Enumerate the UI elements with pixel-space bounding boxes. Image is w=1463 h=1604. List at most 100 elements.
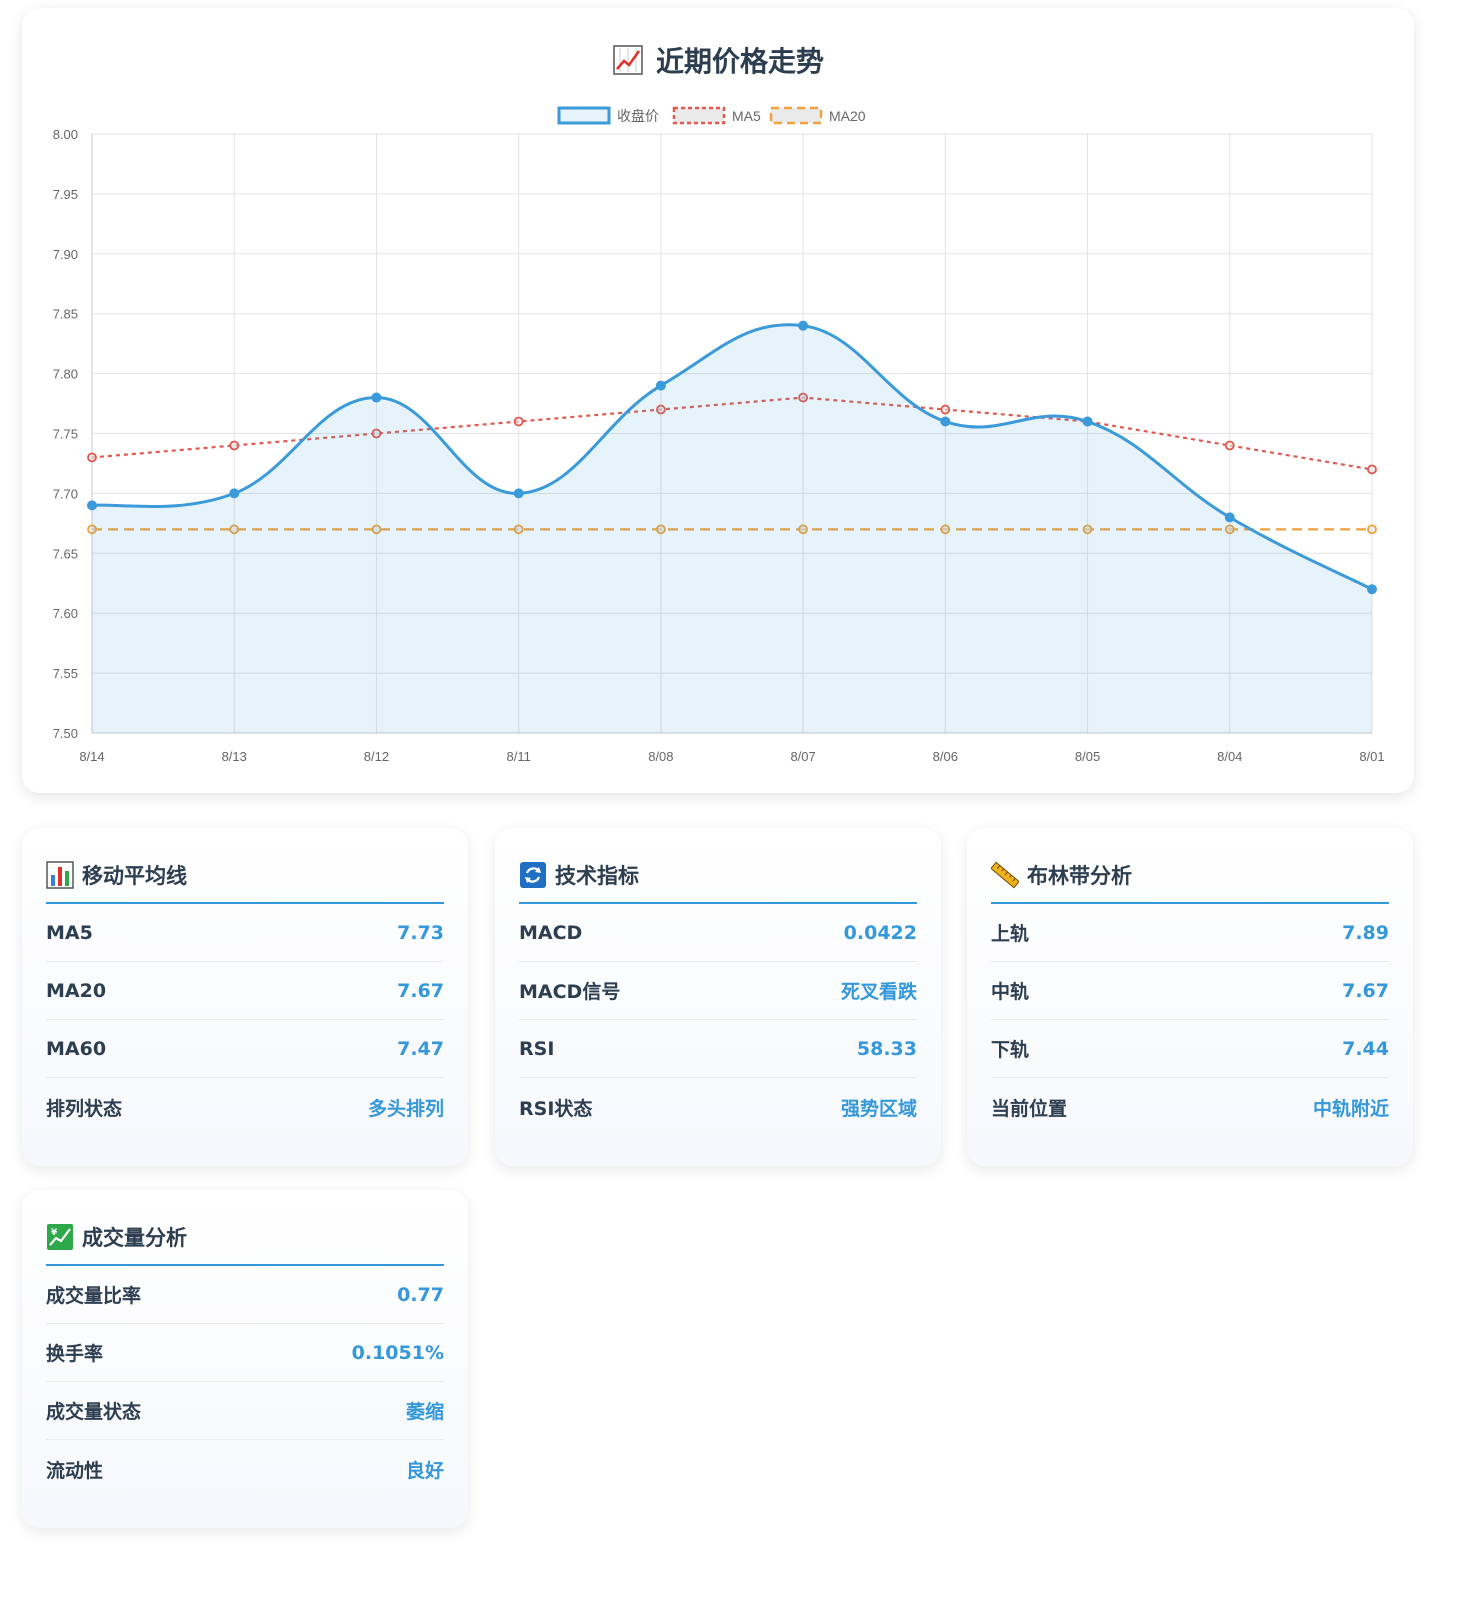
indicator-label: RSI状态	[519, 1097, 593, 1120]
data-point	[1082, 416, 1093, 427]
x-tick-label: 8/14	[79, 749, 104, 764]
indicator-label: 当前位置	[991, 1097, 1068, 1120]
data-point	[513, 416, 524, 427]
x-tick-label: 8/08	[648, 749, 673, 764]
indicator-value: 7.44	[1342, 1037, 1389, 1060]
legend-label: 收盘价	[617, 108, 659, 124]
indicator-label: 上轨	[991, 923, 1030, 945]
indicator-row: MACD 0.0422	[519, 904, 917, 962]
x-tick-label: 8/04	[1217, 749, 1242, 764]
data-point	[371, 392, 382, 403]
indicator-row: 流动性 良好	[46, 1440, 444, 1498]
data-point	[87, 500, 97, 511]
x-tick-label: 8/01	[1359, 749, 1384, 764]
legend-swatch	[557, 106, 611, 125]
indicator-row: MA60 7.47	[46, 1020, 444, 1078]
price-trend-chart: 8.00 7.95 7.90 7.85 7.80 7.75 7.70 7.65 7.60 7.55…	[53, 106, 1385, 764]
card-title: 移动平均线	[82, 864, 187, 888]
data-point	[1367, 584, 1377, 595]
indicator-value: 0.0422	[843, 921, 917, 944]
volume-analysis-card: ¥ 成交量分析 成交量比率 0.77 换手率 0.1051% 成交量状态 萎缩 流动性…	[22, 1190, 468, 1528]
svg-text:¥: ¥	[51, 1228, 58, 1238]
price-trend-card: 8.00 7.95 7.90 7.85 7.80 7.75 7.70 7.65 7.60 7.55…	[22, 8, 1414, 793]
indicator-label: 成交量状态	[46, 1401, 142, 1423]
bollinger-band-card: 布林带分析 上轨 7.89 中轨 7.67 下轨 7.44 当前位置 中轨附近	[967, 828, 1413, 1166]
legend-label: MA5	[732, 108, 761, 124]
indicator-value: 良好	[405, 1459, 444, 1482]
y-tick-label: 8.00	[53, 127, 78, 142]
indicator-row: 成交量状态 萎缩	[46, 1382, 444, 1440]
x-tick-label: 8/06	[933, 749, 958, 764]
yen-chart-icon: ¥	[47, 1224, 73, 1250]
legend-label: MA20	[829, 108, 866, 124]
refresh-icon	[520, 862, 546, 888]
indicator-label: RSI	[519, 1037, 555, 1060]
legend-swatch	[769, 106, 823, 125]
card-title: 技术指标	[555, 864, 639, 888]
indicator-value: 多头排列	[367, 1097, 444, 1120]
x-tick-label: 8/05	[1075, 749, 1100, 764]
legend-swatch	[672, 106, 726, 125]
indicator-row: MACD信号 死叉看跌	[519, 962, 917, 1020]
y-tick-label: 7.75	[53, 427, 78, 442]
indicator-row: MA20 7.67	[46, 962, 444, 1020]
indicator-value: 萎缩	[405, 1401, 444, 1423]
indicator-label: MA5	[46, 921, 93, 944]
chart-increasing-icon	[613, 45, 643, 75]
indicator-label: MACD信号	[519, 981, 621, 1003]
y-tick-label: 7.85	[53, 307, 78, 322]
indicator-value: 7.73	[397, 921, 444, 944]
indicator-value: 7.89	[1342, 921, 1389, 944]
ruler-icon	[991, 861, 1019, 889]
indicator-label: MACD	[519, 921, 583, 944]
y-tick-label: 7.55	[53, 666, 78, 681]
indicator-row: 成交量比率 0.77	[46, 1266, 444, 1324]
indicator-row: 中轨 7.67	[991, 962, 1389, 1020]
card-header: ¥ 成交量分析	[46, 1216, 444, 1266]
indicator-value: 强势区域	[840, 1097, 917, 1120]
indicator-row: RSI 58.33	[519, 1020, 917, 1078]
indicator-label: 换手率	[46, 1343, 104, 1365]
card-title: 成交量分析	[82, 1226, 187, 1250]
data-point	[798, 320, 809, 331]
technical-indicators-card: 技术指标 MACD 0.0422 MACD信号 死叉看跌 RSI 58.33 RSI状…	[495, 828, 941, 1166]
indicator-row: 上轨 7.89	[991, 904, 1389, 962]
y-tick-label: 7.65	[53, 546, 78, 561]
data-point	[940, 404, 951, 415]
y-tick-label: 7.60	[53, 606, 78, 621]
moving-average-card: 移动平均线 MA5 7.73 MA20 7.67 MA60 7.47 排列状态 多头排列	[22, 828, 468, 1166]
y-tick-label: 7.80	[53, 367, 78, 382]
indicator-label: 流动性	[46, 1459, 104, 1482]
data-point	[1367, 524, 1377, 535]
indicator-label: 下轨	[991, 1039, 1030, 1061]
indicator-value: 7.67	[397, 979, 444, 1002]
data-point	[940, 416, 951, 427]
y-tick-label: 7.50	[53, 726, 78, 741]
indicator-row: MA5 7.73	[46, 904, 444, 962]
indicator-row: 当前位置 中轨附近	[991, 1078, 1389, 1136]
y-tick-label: 7.95	[53, 187, 78, 202]
indicator-label: MA20	[46, 979, 107, 1002]
card-header: 移动平均线	[46, 854, 444, 904]
indicator-value: 58.33	[856, 1037, 917, 1060]
indicator-label: 成交量比率	[46, 1285, 142, 1307]
chart-title: 近期价格走势	[22, 40, 1414, 80]
x-tick-label: 8/13	[222, 749, 247, 764]
x-tick-label: 8/12	[364, 749, 389, 764]
series-0-area	[92, 324, 1372, 733]
data-point	[1224, 512, 1235, 523]
y-tick-label: 7.90	[53, 247, 78, 262]
x-tick-label: 8/07	[790, 749, 815, 764]
data-point	[87, 452, 97, 463]
x-tick-label: 8/11	[506, 749, 530, 764]
indicator-row: 下轨 7.44	[991, 1020, 1389, 1078]
indicator-row: RSI状态 强势区域	[519, 1078, 917, 1136]
card-header: 技术指标	[519, 854, 917, 904]
data-point	[229, 488, 240, 499]
card-title: 布林带分析	[1027, 864, 1132, 888]
indicator-value: 0.1051%	[351, 1341, 444, 1364]
data-point	[229, 440, 240, 451]
indicator-row: 换手率 0.1051%	[46, 1324, 444, 1382]
indicator-value: 0.77	[397, 1283, 444, 1306]
indicator-value: 7.67	[1342, 979, 1389, 1002]
